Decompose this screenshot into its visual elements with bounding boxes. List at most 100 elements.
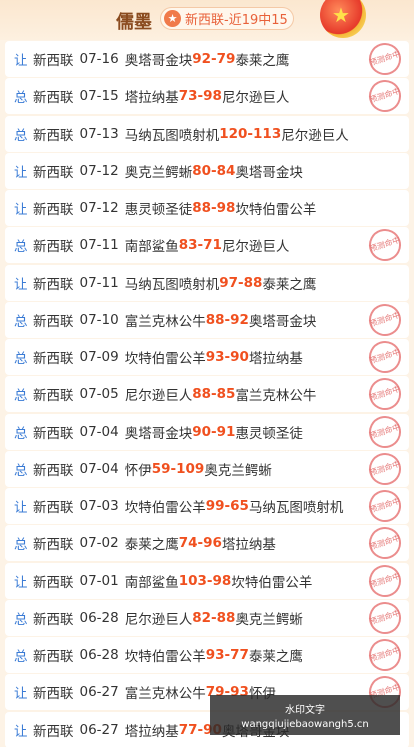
prediction-hit-stamp: 预测命中 — [364, 523, 406, 564]
match-date: 07-15 — [79, 88, 119, 105]
home-team: 奥塔哥金块 — [124, 425, 193, 442]
away-score: 98 — [203, 88, 222, 105]
home-team: 坎特伯雷公羊 — [124, 649, 206, 665]
prediction-hit-stamp: 预测命中 — [364, 597, 406, 638]
type-label: 让 — [14, 202, 28, 218]
match-date: 06-28 — [79, 647, 119, 663]
match-date: 06-27 — [79, 684, 119, 701]
away-score: 77 — [230, 647, 249, 663]
match-date: 07-11 — [79, 274, 119, 291]
match-date: 07-12 — [79, 200, 119, 216]
list-item[interactable]: 总新西联 07-11 南部鲨鱼 83 - 71 尼尔逊巨人 预测命中 — [5, 225, 409, 266]
watermark-line2: wangqiujiebaowangh5.cn — [241, 719, 369, 730]
type-label: 总 — [14, 462, 28, 479]
away-score: 71 — [203, 237, 222, 254]
list-item[interactable]: 总新西联 07-02 泰莱之鹰 74 - 96 塔拉纳基 预测命中 — [5, 523, 409, 564]
prediction-hit-stamp: 预测命中 — [364, 634, 406, 676]
type-label: 总 — [14, 425, 28, 442]
away-score: 98 — [216, 200, 236, 216]
away-team: 坎特伯雷公羊 — [235, 202, 317, 218]
prediction-hit-stamp: 预测命中 — [364, 38, 406, 80]
home-team: 尼尔逊巨人 — [124, 388, 193, 405]
home-score: 73 — [178, 88, 198, 105]
league-name: 新西联 — [33, 127, 74, 144]
type-label: 让 — [14, 686, 28, 703]
away-team: 尼尔逊巨人 — [221, 239, 290, 256]
type-label: 让 — [14, 723, 28, 740]
home-team: 怀伊 — [124, 462, 152, 479]
home-team: 塔拉纳基 — [124, 90, 179, 107]
home-score: 99 — [205, 498, 225, 514]
away-team: 塔拉纳基 — [248, 351, 303, 367]
list-item[interactable]: 总新西联 07-04 奥塔哥金块 90 - 91 惠灵顿圣徒 预测命中 — [5, 411, 409, 452]
home-team: 奥克兰鳄蜥 — [124, 164, 193, 181]
watermark-line1: 水印文字 — [285, 705, 325, 716]
list-item[interactable]: 总新西联 07-05 尼尔逊巨人 88 - 85 富兰克林公牛 预测命中 — [5, 374, 409, 415]
medal-icon: ★ — [320, 0, 366, 38]
type-label: 让 — [14, 53, 28, 69]
league-name: 新西联 — [33, 537, 74, 554]
away-team: 泰莱之鹰 — [262, 276, 317, 293]
home-score: 74 — [178, 535, 198, 552]
list-item[interactable]: 总新西联 06-28 坎特伯雷公羊 93 - 77 泰莱之鹰 预测命中 — [5, 634, 409, 676]
league-name: 新西联 — [33, 649, 74, 665]
type-label: 让 — [14, 164, 28, 181]
prediction-hit-stamp: 预测命中 — [364, 336, 406, 378]
league-name: 新西联 — [33, 388, 74, 405]
list-item[interactable]: 让新西联 07-11 马纳瓦图喷射机 97 - 88 泰莱之鹰 — [5, 264, 409, 301]
away-team: 尼尔逊巨人 — [281, 127, 349, 144]
away-score: 92 — [230, 311, 249, 328]
list-item[interactable]: 让新西联 07-03 坎特伯雷公羊 99 - 65 马纳瓦图喷射机 预测命中 — [5, 485, 409, 527]
away-team: 塔拉纳基 — [221, 537, 276, 554]
match-date: 07-04 — [79, 423, 119, 440]
away-team: 马纳瓦图喷射机 — [248, 500, 344, 516]
list-item[interactable]: 让新西联 07-01 南部鲨鱼 103 - 98 坎特伯雷公羊 预测命中 — [5, 560, 409, 601]
away-score: 91 — [216, 423, 236, 440]
away-score: 98 — [212, 572, 232, 589]
list-item[interactable]: 让新西联 07-12 奥克兰鳄蜥 80 - 84 奥塔哥金块 — [5, 152, 409, 189]
list-item[interactable]: 总新西联 07-10 富兰克林公牛 88 - 92 奥塔哥金块 预测命中 — [5, 299, 409, 340]
type-label: 总 — [14, 239, 28, 256]
list-item[interactable]: 总新西联 07-09 坎特伯雷公羊 93 - 90 塔拉纳基 预测命中 — [5, 336, 409, 378]
list-item[interactable]: 让新西联 07-16 奥塔哥金块 92 - 79 泰莱之鹰 预测命中 — [5, 38, 409, 80]
away-team: 尼尔逊巨人 — [221, 90, 290, 107]
away-score: 113 — [253, 125, 282, 142]
league-name: 新西联 — [33, 53, 74, 69]
author-name: 儒墨 — [116, 12, 152, 33]
home-score: 82 — [192, 609, 212, 626]
type-label: 让 — [14, 500, 28, 516]
home-team: 南部鲨鱼 — [124, 239, 179, 256]
list-item[interactable]: 总新西联 07-15 塔拉纳基 73 - 98 尼尔逊巨人 预测命中 — [5, 76, 409, 117]
away-score: 88 — [216, 609, 236, 626]
prediction-hit-stamp: 预测命中 — [364, 76, 406, 117]
list-item[interactable]: 让新西联 07-12 惠灵顿圣徒 88 - 98 坎特伯雷公羊 — [5, 190, 409, 226]
home-score: 103 — [178, 572, 207, 589]
list-item[interactable]: 总新西联 07-13 马纳瓦图喷射机 120 - 113 尼尔逊巨人 — [5, 115, 409, 152]
list-item[interactable]: 总新西联 06-28 尼尔逊巨人 82 - 88 奥克兰鳄蜥 预测命中 — [5, 597, 409, 638]
away-team: 奥克兰鳄蜥 — [204, 462, 272, 479]
prediction-hit-stamp: 预测命中 — [364, 374, 406, 415]
league-name: 新西联 — [33, 611, 74, 628]
home-score: 80 — [192, 162, 212, 179]
match-date: 07-09 — [79, 349, 119, 365]
league-name: 新西联 — [33, 276, 74, 293]
prediction-hit-stamp: 预测命中 — [364, 485, 406, 527]
league-name: 新西联 — [33, 239, 74, 256]
home-team: 南部鲨鱼 — [124, 574, 179, 591]
league-name: 新西联 — [33, 500, 74, 516]
league-name: 新西联 — [33, 462, 74, 479]
prediction-hit-stamp: 预测命中 — [364, 560, 406, 601]
prediction-hit-stamp: 预测命中 — [364, 448, 406, 489]
list-item[interactable]: 总新西联 07-04 怀伊 59 - 109 奥克兰鳄蜥 预测命中 — [5, 448, 409, 489]
type-label: 总 — [14, 90, 28, 107]
league-name: 新西联 — [33, 351, 74, 367]
match-date: 07-10 — [79, 311, 119, 328]
away-score: 109 — [176, 460, 205, 477]
home-score: 97 — [219, 274, 239, 291]
home-score: 88 — [192, 200, 212, 216]
league-name: 新西联 — [33, 313, 74, 330]
home-team: 马纳瓦图喷射机 — [124, 127, 220, 144]
away-team: 惠灵顿圣徒 — [235, 425, 303, 442]
type-label: 让 — [14, 276, 28, 293]
home-team: 奥塔哥金块 — [124, 53, 193, 69]
